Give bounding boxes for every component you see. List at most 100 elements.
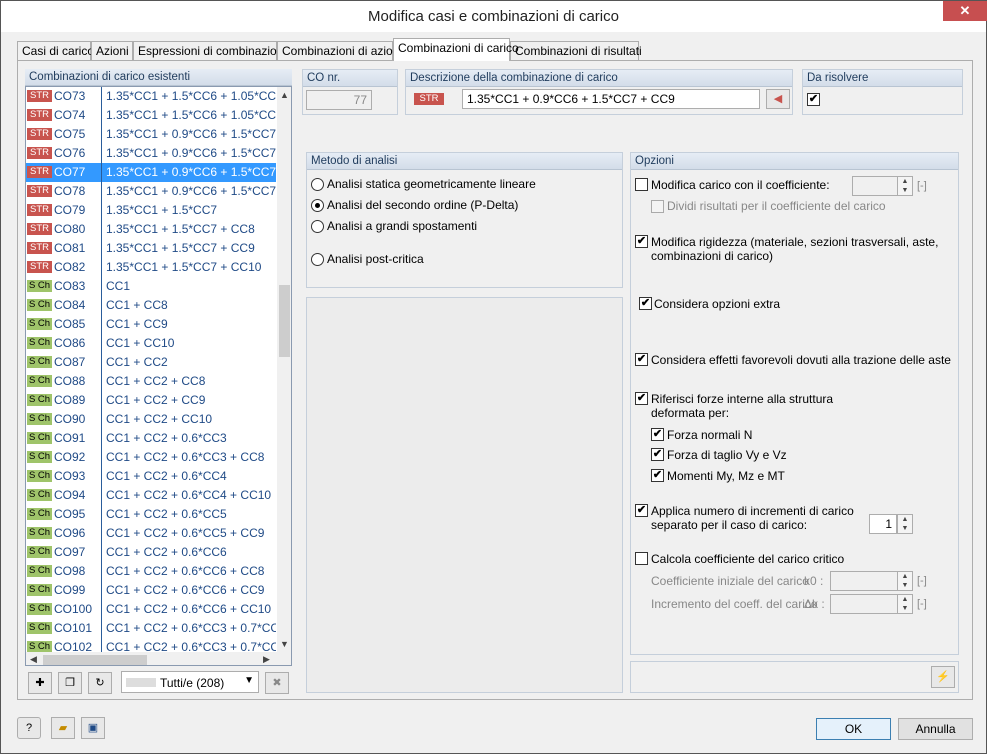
- initial-coef-field[interactable]: [830, 571, 898, 591]
- list-item[interactable]: S Ch CO100 CC1 + CC2 + 0.6*CC6 + CC10: [26, 600, 276, 619]
- list-item[interactable]: S Ch CO92 CC1 + CC2 + 0.6*CC3 + CC8: [26, 448, 276, 467]
- copy-combination-icon[interactable]: ❐: [58, 672, 82, 694]
- list-item[interactable]: STRCO73 1.35*CC1 + 1.5*CC6 + 1.05*CC7 + C: [26, 87, 276, 106]
- favorable-effects-label: Considera effetti favorevoli dovuti alla…: [651, 353, 951, 367]
- chevron-down-icon[interactable]: ▼: [244, 675, 254, 686]
- divide-results-checkbox[interactable]: [651, 200, 664, 213]
- tab-combinazioni-di-risultati[interactable]: Combinazioni di risultati: [510, 41, 642, 60]
- tab-combinazioni-di-carico[interactable]: Combinazioni di carico: [393, 38, 519, 61]
- combination-definition: CC1 + CC2 + 0.6*CC6: [106, 545, 227, 559]
- delete-icon[interactable]: ✖: [265, 672, 289, 694]
- scroll-thumb[interactable]: [279, 285, 290, 357]
- list-item[interactable]: STR CO81 1.35*CC1 + 1.5*CC7 + CC9: [26, 239, 276, 258]
- title-bar[interactable]: Modifica casi e combinazioni di carico ✕: [1, 1, 987, 32]
- cancel-button[interactable]: Annulla: [898, 718, 973, 740]
- ok-button[interactable]: OK: [816, 718, 891, 740]
- hscroll-thumb[interactable]: [43, 655, 147, 665]
- list-item[interactable]: S Ch CO97 CC1 + CC2 + 0.6*CC6: [26, 543, 276, 562]
- to-solve-label: Da risolvere: [803, 70, 962, 87]
- radio-post-critical[interactable]: [311, 253, 324, 266]
- list-item[interactable]: STRCO78 1.35*CC1 + 0.9*CC6 + 1.5*CC7 + CC: [26, 182, 276, 201]
- tab-combinazioni-di-azioni[interactable]: Combinazioni di azioni: [277, 41, 402, 60]
- list-item[interactable]: S Ch CO101 CC1 + CC2 + 0.6*CC3 + 0.7*CC7: [26, 619, 276, 638]
- refer-forces-checkbox[interactable]: ✔: [635, 392, 648, 405]
- list-item[interactable]: S Ch CO90 CC1 + CC2 + CC10: [26, 410, 276, 429]
- description-input[interactable]: 1.35*CC1 + 0.9*CC6 + 1.5*CC7 + CC9: [462, 89, 760, 109]
- initial-coef-spinner[interactable]: ▲ ▼: [897, 571, 913, 591]
- increments-field[interactable]: 1: [869, 514, 897, 534]
- category-badge: S Ch: [27, 356, 52, 368]
- filter-select[interactable]: Tutti/e (208) ▼: [121, 671, 259, 693]
- description-picker-icon[interactable]: ◀: [766, 89, 790, 109]
- list-item[interactable]: STR CO80 1.35*CC1 + 1.5*CC7 + CC8: [26, 220, 276, 239]
- increment-coef-field[interactable]: [830, 594, 898, 614]
- critical-coef-checkbox[interactable]: [635, 552, 648, 565]
- save-icon[interactable]: ▣: [81, 717, 105, 739]
- modify-load-field[interactable]: [852, 176, 898, 196]
- renumber-icon[interactable]: ↻: [88, 672, 112, 694]
- modify-stiffness-checkbox[interactable]: ✔: [635, 235, 648, 248]
- list-item[interactable]: STRCO74 1.35*CC1 + 1.5*CC6 + 1.05*CC7 + C: [26, 106, 276, 125]
- list-item[interactable]: S Ch CO96 CC1 + CC2 + 0.6*CC5 + CC9: [26, 524, 276, 543]
- modify-load-spinner[interactable]: ▲ ▼: [897, 176, 913, 196]
- list-item[interactable]: S Ch CO93 CC1 + CC2 + 0.6*CC4: [26, 467, 276, 486]
- combinations-list[interactable]: STRCO731.35*CC1 + 1.5*CC6 + 1.05*CC7 + C…: [25, 86, 292, 666]
- list-item[interactable]: S Ch CO91 CC1 + CC2 + 0.6*CC3: [26, 429, 276, 448]
- shear-force-checkbox[interactable]: ✔: [651, 448, 664, 461]
- list-item[interactable]: S Ch CO84 CC1 + CC8: [26, 296, 276, 315]
- radio-second-order[interactable]: [311, 199, 324, 212]
- divide-results-label: Dividi risultati per il coefficiente del…: [667, 199, 886, 213]
- extra-options-checkbox[interactable]: ✔: [639, 297, 652, 310]
- increments-checkbox[interactable]: ✔: [635, 504, 648, 517]
- help-icon[interactable]: ?: [17, 717, 41, 739]
- list-item[interactable]: STRCO76 1.35*CC1 + 0.9*CC6 + 1.5*CC7 + CC: [26, 144, 276, 163]
- normal-force-label: Forza normali N: [667, 428, 753, 442]
- list-item[interactable]: S Ch CO87 CC1 + CC2: [26, 353, 276, 372]
- scroll-down-icon[interactable]: ▼: [280, 639, 289, 649]
- list-item[interactable]: S Ch CO95 CC1 + CC2 + 0.6*CC5: [26, 505, 276, 524]
- list-item[interactable]: STR CO82 1.35*CC1 + 1.5*CC7 + CC10: [26, 258, 276, 277]
- list-item[interactable]: S Ch CO88 CC1 + CC2 + CC8: [26, 372, 276, 391]
- lightning-icon[interactable]: ⚡: [931, 666, 955, 688]
- modify-load-checkbox[interactable]: [635, 178, 648, 191]
- list-item[interactable]: STR CO75 1.35*CC1 + 0.9*CC6 + 1.5*CC7: [26, 125, 276, 144]
- tab-espressioni-di-combinazione[interactable]: Espressioni di combinazione: [133, 41, 290, 60]
- tab-casi-di-carico[interactable]: Casi di carico: [17, 41, 94, 60]
- favorable-effects-checkbox[interactable]: ✔: [635, 353, 648, 366]
- list-item[interactable]: S Ch CO99 CC1 + CC2 + 0.6*CC6 + CC9: [26, 581, 276, 600]
- tab-azioni[interactable]: Azioni: [91, 41, 133, 60]
- method-details-panel: [306, 297, 623, 693]
- category-badge: S Ch: [27, 375, 52, 387]
- list-item[interactable]: S Ch CO83 CC1: [26, 277, 276, 296]
- vertical-scrollbar[interactable]: ▲ ▼: [277, 87, 291, 652]
- moments-checkbox[interactable]: ✔: [651, 469, 664, 482]
- to-solve-checkbox[interactable]: ✔: [807, 93, 820, 106]
- horizontal-scrollbar[interactable]: ◀ ▶: [26, 652, 291, 665]
- new-combination-icon[interactable]: ✚: [28, 672, 52, 694]
- combination-definition: CC1 + CC2 + 0.6*CC3 + CC8: [106, 450, 265, 464]
- co-nr-field[interactable]: 77: [306, 90, 372, 110]
- increment-coef-spinner[interactable]: ▲ ▼: [897, 594, 913, 614]
- open-folder-icon[interactable]: ▰: [51, 717, 75, 739]
- list-item[interactable]: S Ch CO94 CC1 + CC2 + 0.6*CC4 + CC10: [26, 486, 276, 505]
- combination-definition: CC1 + CC2 + 0.6*CC5: [106, 507, 227, 521]
- radio-linear[interactable]: [311, 178, 324, 191]
- list-item[interactable]: S Ch CO85 CC1 + CC9: [26, 315, 276, 334]
- combination-id: CO81: [54, 241, 86, 255]
- list-item[interactable]: STRCO77 1.35*CC1 + 0.9*CC6 + 1.5*CC7 + CC: [26, 163, 276, 182]
- combination-definition: CC1 + CC2 + 0.6*CC3 + 0.7*CC7: [106, 621, 276, 635]
- normal-force-checkbox[interactable]: ✔: [651, 428, 664, 441]
- scroll-left-icon[interactable]: ◀: [30, 654, 37, 665]
- list-item[interactable]: STR CO79 1.35*CC1 + 1.5*CC7: [26, 201, 276, 220]
- scroll-right-icon[interactable]: ▶: [263, 654, 270, 665]
- category-badge: S Ch: [27, 432, 52, 444]
- increments-spinner[interactable]: ▲ ▼: [897, 514, 913, 534]
- combination-id: CO101: [54, 621, 93, 635]
- list-item[interactable]: S Ch CO86 CC1 + CC10: [26, 334, 276, 353]
- refer-forces-label: Riferisci forze interne alla struttura: [651, 392, 834, 406]
- radio-large-displacements[interactable]: [311, 220, 324, 233]
- scroll-up-icon[interactable]: ▲: [280, 90, 289, 100]
- close-button[interactable]: ✕: [943, 1, 987, 21]
- list-item[interactable]: S Ch CO89 CC1 + CC2 + CC9: [26, 391, 276, 410]
- list-item[interactable]: S Ch CO98 CC1 + CC2 + 0.6*CC6 + CC8: [26, 562, 276, 581]
